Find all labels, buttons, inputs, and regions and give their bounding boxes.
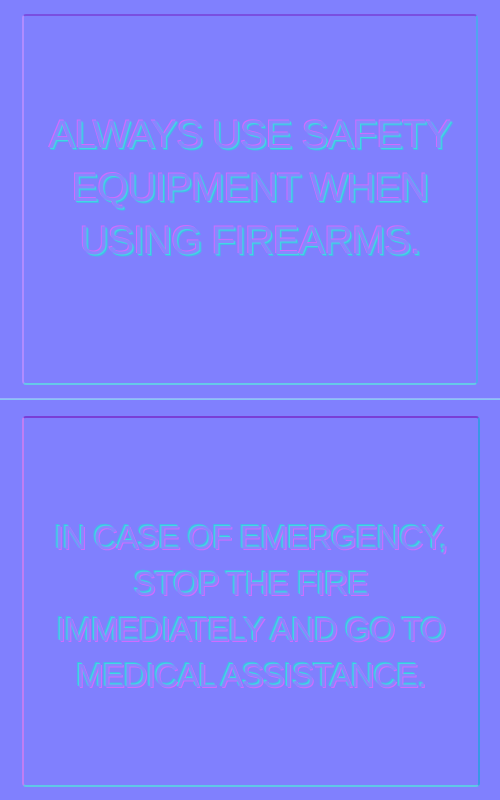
safety-panel-top: ALWAYS USE SAFETY EQUIPMENT WHEN USING F… [22, 14, 478, 385]
safety-panel-bottom: IN CASE OF EMERGENCY, STOP THE FIRE IMME… [22, 416, 480, 787]
emergency-message-bottom: IN CASE OF EMERGENCY, STOP THE FIRE IMME… [54, 518, 449, 694]
safety-message-top: ALWAYS USE SAFETY EQUIPMENT WHEN USING F… [48, 113, 452, 263]
panel-divider [0, 398, 500, 400]
